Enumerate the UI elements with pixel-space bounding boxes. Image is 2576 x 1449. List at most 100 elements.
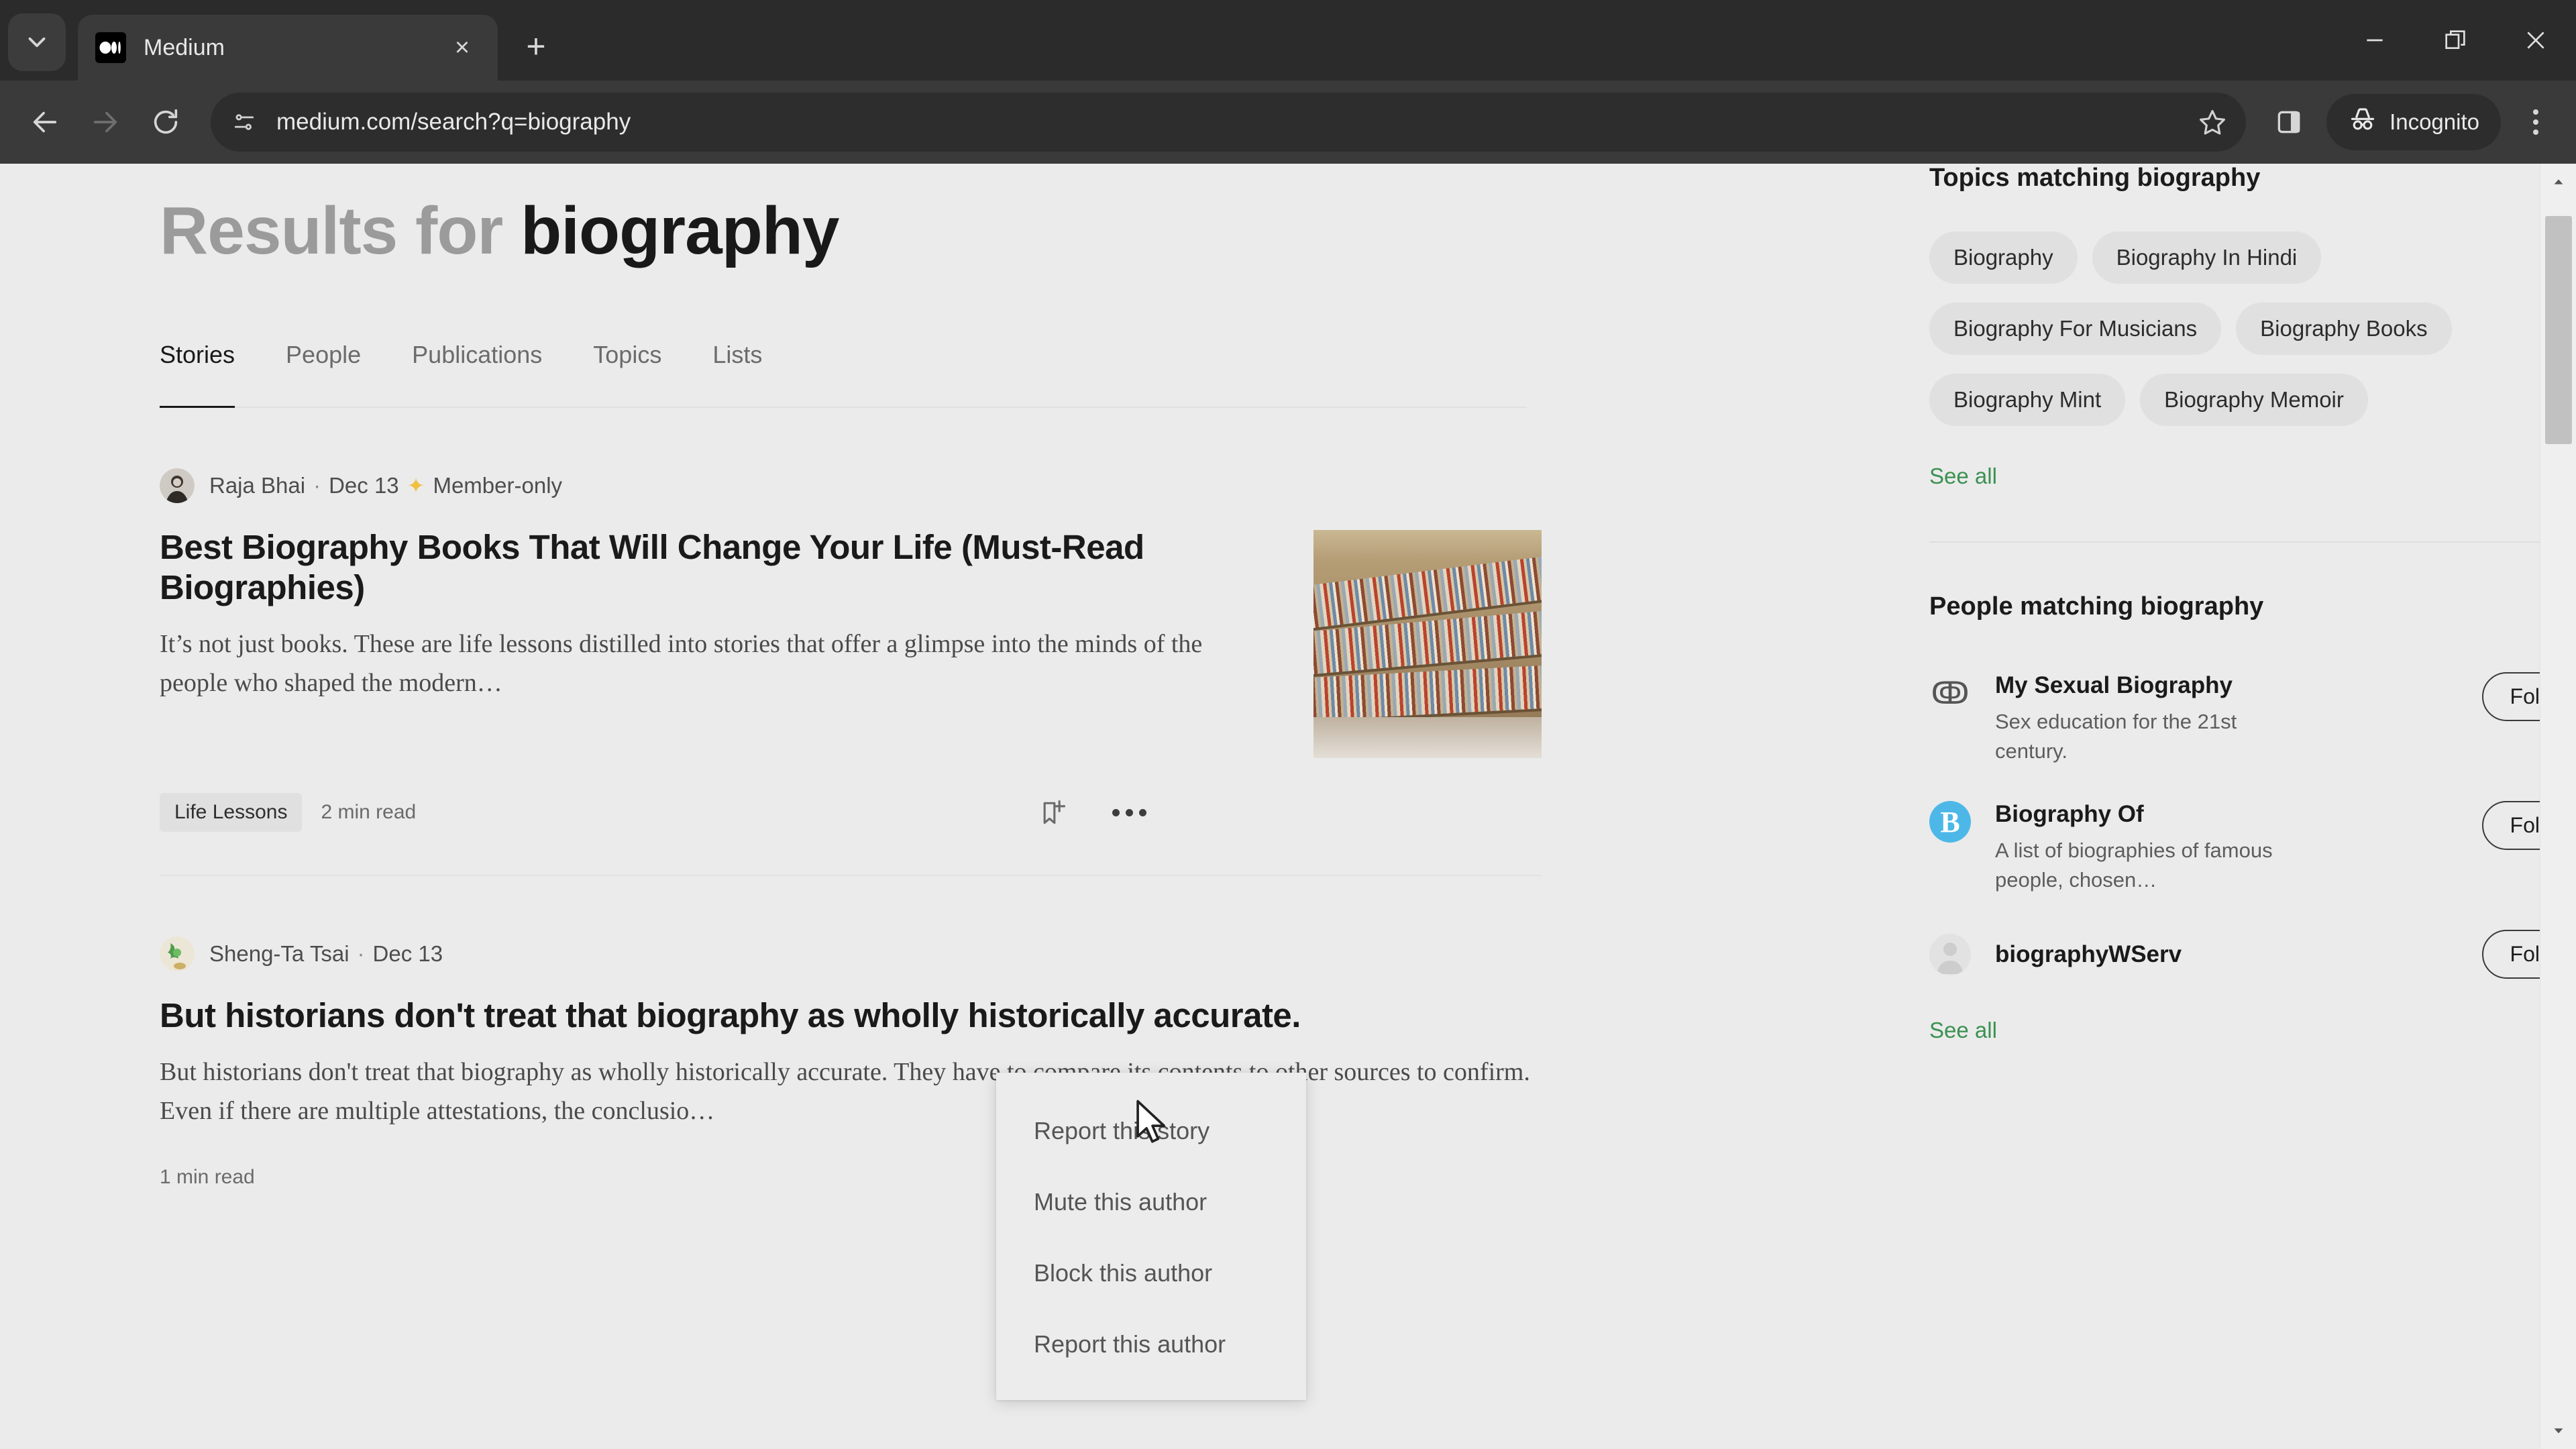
- byline-separator: ·: [313, 473, 321, 498]
- article-date: Dec 13: [329, 473, 399, 498]
- back-arrow-icon[interactable]: [15, 92, 75, 152]
- article-body: But historians don't treat that biograph…: [160, 996, 1542, 1131]
- incognito-hat-icon: [2348, 105, 2377, 140]
- person-name[interactable]: Biography Of: [1995, 801, 2284, 828]
- page-title: Results for biography: [160, 191, 1542, 271]
- browser-tab[interactable]: Medium ×: [78, 15, 498, 80]
- person-name[interactable]: biographyWServ: [1995, 941, 2284, 968]
- tab-publications[interactable]: Publications: [412, 341, 542, 407]
- page-settings-icon[interactable]: [223, 101, 266, 144]
- list-item[interactable]: B Biography Of A list of biographies of …: [1929, 801, 2576, 895]
- article-body: Best Biography Books That Will Change Yo…: [160, 527, 1542, 758]
- topic-chip[interactable]: Biography: [1929, 231, 2078, 284]
- person-meta: My Sexual Biography Sex education for th…: [1995, 672, 2284, 766]
- avatar[interactable]: [160, 468, 195, 503]
- address-bar[interactable]: [211, 93, 2247, 152]
- incognito-indicator[interactable]: Incognito: [2326, 94, 2501, 150]
- tab-search-button[interactable]: [8, 13, 66, 71]
- library-bookshelf-image[interactable]: [1313, 530, 1542, 758]
- person-meta: biographyWServ: [1995, 941, 2284, 968]
- results-prefix: Results for: [160, 193, 503, 268]
- people-heading: People matching biography: [1929, 592, 2264, 621]
- scroll-down-arrow-icon[interactable]: [2540, 1413, 2576, 1449]
- tab-lists[interactable]: Lists: [712, 341, 762, 407]
- three-dot-menu-icon[interactable]: [2510, 97, 2561, 148]
- menu-item-mute-author[interactable]: Mute this author: [996, 1167, 1306, 1238]
- topic-chip[interactable]: Biography Mint: [1929, 374, 2126, 426]
- window-controls: [2334, 0, 2576, 80]
- article-result[interactable]: Sheng-Ta Tsai · Dec 13 But historians do…: [160, 875, 1542, 1189]
- new-tab-button[interactable]: +: [511, 21, 561, 71]
- menu-item-block-author[interactable]: Block this author: [996, 1238, 1306, 1309]
- topic-chip[interactable]: Biography Memoir: [2140, 374, 2368, 426]
- scrollbar-thumb[interactable]: [2545, 216, 2572, 444]
- tab-people[interactable]: People: [286, 341, 361, 407]
- article-title[interactable]: But historians don't treat that biograph…: [160, 996, 1542, 1036]
- people-see-all-link[interactable]: See all: [1929, 1018, 1997, 1043]
- menu-item-report-author[interactable]: Report this author: [996, 1309, 1306, 1380]
- article-byline: Raja Bhai · Dec 13 ✦ Member-only: [160, 468, 1542, 503]
- restore-icon[interactable]: [2415, 0, 2496, 80]
- article-byline: Sheng-Ta Tsai · Dec 13: [160, 936, 1542, 971]
- list-item[interactable]: biographyWServ Follow: [1929, 930, 2576, 979]
- medium-logo-icon: [95, 32, 126, 63]
- article-result[interactable]: Raja Bhai · Dec 13 ✦ Member-only Best Bi…: [160, 408, 1542, 832]
- reload-icon[interactable]: [136, 92, 196, 152]
- article-tag[interactable]: Life Lessons: [160, 793, 303, 832]
- person-name[interactable]: My Sexual Biography: [1995, 672, 2284, 699]
- url-input[interactable]: [276, 109, 2188, 136]
- byline-separator: ·: [357, 941, 365, 966]
- avatar[interactable]: [160, 936, 195, 971]
- page-scrollbar[interactable]: [2540, 164, 2576, 1449]
- browser-toolbar: Incognito: [0, 80, 2576, 164]
- article-text: Best Biography Books That Will Change Yo…: [160, 527, 1273, 758]
- spiral-s-icon: ↂ: [1931, 676, 1970, 710]
- scroll-up-arrow-icon[interactable]: [2540, 164, 2576, 200]
- article-footer: 1 min read: [160, 1165, 1542, 1189]
- tab-topics[interactable]: Topics: [593, 341, 661, 407]
- article-text: But historians don't treat that biograph…: [160, 996, 1542, 1131]
- article-author[interactable]: Sheng-Ta Tsai: [209, 941, 350, 967]
- article-read-time: 1 min read: [160, 1165, 255, 1188]
- bookmark-plus-icon[interactable]: [1038, 798, 1068, 827]
- main-content-column: Results for biography Stories People Pub…: [160, 164, 1542, 1189]
- result-tabs: Stories People Publications Topics Lists: [160, 341, 1527, 408]
- tab-strip: Medium × +: [0, 0, 2576, 80]
- three-dot-more-icon[interactable]: [1112, 808, 1146, 816]
- browser-window: Medium × + medium.com/search?q=biography…: [0, 0, 2576, 1449]
- page-viewport: Results for biography Stories People Pub…: [0, 164, 2576, 1449]
- default-person-avatar: [1929, 933, 1971, 975]
- topic-chips: Biography Biography In Hindi Biography F…: [1929, 231, 2576, 426]
- byline-text: Raja Bhai · Dec 13 ✦ Member-only: [209, 473, 562, 498]
- minimize-icon[interactable]: [2334, 0, 2415, 80]
- side-panel-icon[interactable]: [2261, 94, 2317, 150]
- article-title[interactable]: Best Biography Books That Will Change Yo…: [160, 527, 1273, 608]
- list-item[interactable]: ↂ My Sexual Biography Sex education for …: [1929, 672, 2576, 766]
- star-icon[interactable]: [2187, 97, 2238, 148]
- article-description: It’s not just books. These are life less…: [160, 630, 1203, 698]
- topics-heading: Topics matching biography: [1929, 164, 2261, 192]
- person-description: A list of biographies of famous people, …: [1995, 839, 2273, 892]
- close-icon[interactable]: ×: [444, 30, 480, 66]
- member-only-badge: Member-only: [433, 473, 563, 498]
- article-description: But historians don't treat that biograph…: [160, 1058, 1530, 1125]
- close-icon[interactable]: [2496, 0, 2576, 80]
- tab-stories[interactable]: Stories: [160, 341, 235, 408]
- topic-chip[interactable]: Biography For Musicians: [1929, 303, 2222, 355]
- results-query: biography: [521, 193, 839, 268]
- sidebar: Topics matching biography Biography Biog…: [1929, 164, 2576, 1189]
- mouse-cursor: [1134, 1099, 1170, 1148]
- people-list: ↂ My Sexual Biography Sex education for …: [1929, 672, 2576, 979]
- star-sparkle-icon: ✦: [407, 474, 425, 498]
- article-actions: [1038, 798, 1146, 827]
- byline-text: Sheng-Ta Tsai · Dec 13: [209, 941, 443, 967]
- forward-arrow-icon[interactable]: [75, 92, 136, 152]
- medium-search-results-page: Results for biography Stories People Pub…: [0, 164, 2576, 1449]
- letter-b-avatar: B: [1929, 801, 1971, 843]
- topic-chip[interactable]: Biography In Hindi: [2092, 231, 2322, 284]
- incognito-label: Incognito: [2390, 109, 2479, 134]
- topic-chip[interactable]: Biography Books: [2236, 303, 2452, 355]
- topics-see-all-link[interactable]: See all: [1929, 464, 1997, 489]
- person-description: Sex education for the 21st century.: [1995, 710, 2237, 763]
- article-author[interactable]: Raja Bhai: [209, 473, 305, 498]
